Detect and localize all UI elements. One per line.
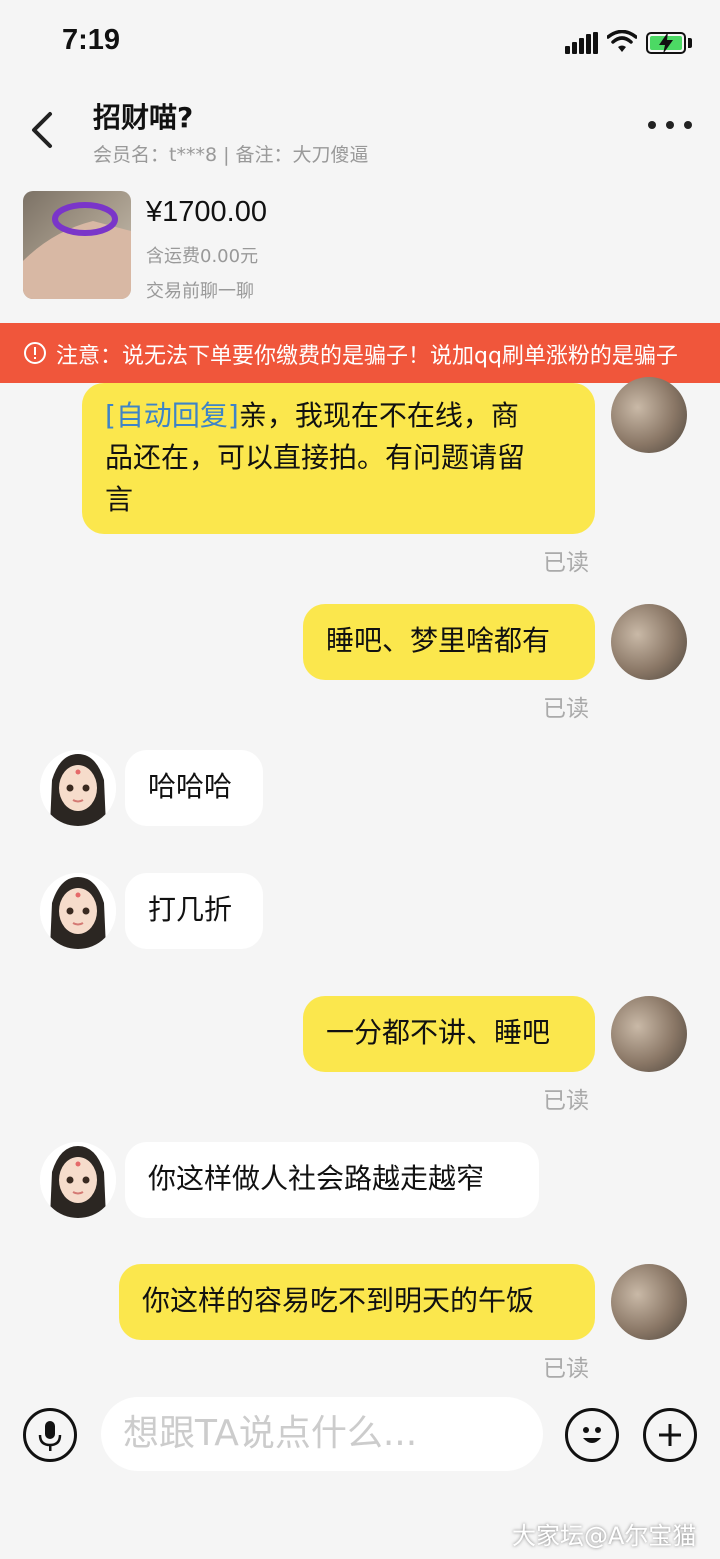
product-shipping: 含运费0.00元	[146, 246, 259, 267]
message-bubble[interactable]: 一分都不讲、睡吧	[303, 996, 595, 1072]
my-avatar[interactable]	[611, 377, 687, 453]
my-avatar[interactable]	[611, 996, 687, 1072]
more-dots-icon[interactable]	[648, 118, 692, 130]
read-status: 已读	[543, 1088, 589, 1114]
read-status: 已读	[543, 1356, 589, 1382]
wifi-icon	[607, 30, 637, 52]
product-price: ¥1700.00	[146, 196, 267, 228]
message-bubble[interactable]: 你这样的容易吃不到明天的午饭	[119, 1264, 595, 1340]
message-input[interactable]: 想跟TA说点什么...	[101, 1397, 543, 1471]
my-avatar[interactable]	[611, 1264, 687, 1340]
cellular-signal-icon	[565, 32, 599, 54]
read-status: 已读	[543, 550, 589, 576]
chat-input-bar: 想跟TA说点什么...	[0, 1390, 720, 1480]
contact-avatar[interactable]	[40, 750, 116, 826]
read-status: 已读	[543, 696, 589, 722]
status-time: 7:19	[62, 24, 121, 56]
contact-avatar[interactable]	[40, 873, 116, 949]
contact-avatar[interactable]	[40, 1142, 116, 1218]
charging-bolt-icon	[659, 32, 673, 54]
message-bubble[interactable]: 哈哈哈	[125, 750, 263, 826]
warning-icon	[24, 342, 46, 364]
plus-icon[interactable]	[643, 1408, 697, 1462]
microphone-icon[interactable]	[23, 1408, 77, 1462]
member-info: 会员名：t***8 | 备注：大刀傻逼	[93, 144, 369, 166]
product-thumbnail[interactable]	[23, 191, 131, 299]
chat-header: 招财喵? 会员名：t***8 | 备注：大刀傻逼	[0, 88, 720, 178]
back-chevron-icon[interactable]	[26, 108, 60, 152]
chat-title: 招财喵?	[93, 101, 194, 134]
watermark: 大家坛@A尔宝猫	[512, 1522, 697, 1550]
scam-warning-banner: 注意：说无法下单要你缴费的是骗子！说加qq刷单涨粉的是骗子	[0, 323, 720, 383]
status-bar: 7:19	[0, 0, 720, 88]
message-bubble[interactable]: 睡吧、梦里啥都有	[303, 604, 595, 680]
message-bubble[interactable]: 打几折	[125, 873, 263, 949]
message-bubble[interactable]: 你这样做人社会路越走越窄	[125, 1142, 539, 1218]
emoji-icon[interactable]	[565, 1408, 619, 1462]
warning-text: 注意：说无法下单要你缴费的是骗子！说加qq刷单涨粉的是骗子	[56, 344, 678, 369]
message-bubble-auto-reply[interactable]: [自动回复]亲，我现在不在线，商 品还在，可以直接拍。有问题请留 言	[82, 383, 595, 534]
product-hint: 交易前聊一聊	[146, 281, 254, 302]
product-card[interactable]: ¥1700.00 含运费0.00元 交易前聊一聊	[0, 178, 720, 323]
auto-reply-tag: [自动回复]	[105, 399, 239, 432]
my-avatar[interactable]	[611, 604, 687, 680]
